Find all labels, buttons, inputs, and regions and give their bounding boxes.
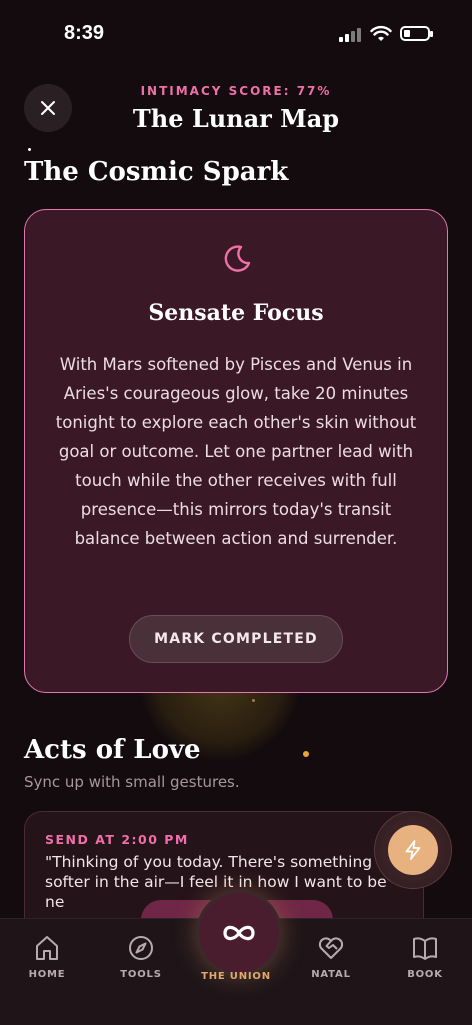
send-time: SEND AT 2:00 PM (45, 832, 189, 847)
tab-tools[interactable]: TOOLS (101, 933, 181, 980)
tab-the-union[interactable] (196, 890, 282, 976)
moon-icon (224, 245, 251, 272)
tab-label: TOOLS (120, 969, 162, 980)
background-star (303, 751, 309, 757)
heart-handshake-icon (318, 937, 344, 959)
compass-icon (129, 936, 153, 960)
tab-natal[interactable]: NATAL (291, 933, 371, 980)
cosmic-spark-card: Sensate Focus With Mars softened by Pisc… (24, 209, 448, 693)
status-bar: 8:39 (0, 0, 472, 70)
acts-of-love-subtitle: Sync up with small gestures. (24, 773, 240, 791)
tab-home[interactable]: HOME (7, 933, 87, 980)
tab-label: HOME (28, 969, 66, 980)
tab-label: THE UNION (201, 971, 271, 982)
intimacy-score: INTIMACY SCORE: 77% (140, 84, 332, 98)
tab-book[interactable]: BOOK (385, 933, 465, 980)
lightning-icon (405, 840, 421, 860)
book-icon (413, 937, 437, 960)
activity-title: Sensate Focus (148, 300, 324, 326)
page-title: The Lunar Map (132, 104, 340, 133)
infinity-icon (223, 925, 255, 941)
home-icon (36, 936, 58, 960)
status-time: 8:39 (64, 22, 105, 44)
background-star (252, 699, 255, 702)
mark-completed-button[interactable]: MARK COMPLETED (129, 615, 343, 663)
acts-of-love-heading: Acts of Love (24, 735, 201, 765)
cellular-signal-icon (339, 26, 363, 42)
background-star (28, 148, 31, 151)
wifi-icon (370, 25, 392, 41)
tab-label: NATAL (311, 969, 351, 980)
activity-description: With Mars softened by Pisces and Venus i… (55, 355, 417, 548)
quick-action-button[interactable] (374, 811, 452, 889)
tab-label: BOOK (407, 969, 443, 980)
battery-icon (400, 26, 433, 41)
cosmic-spark-heading: The Cosmic Spark (24, 157, 289, 187)
